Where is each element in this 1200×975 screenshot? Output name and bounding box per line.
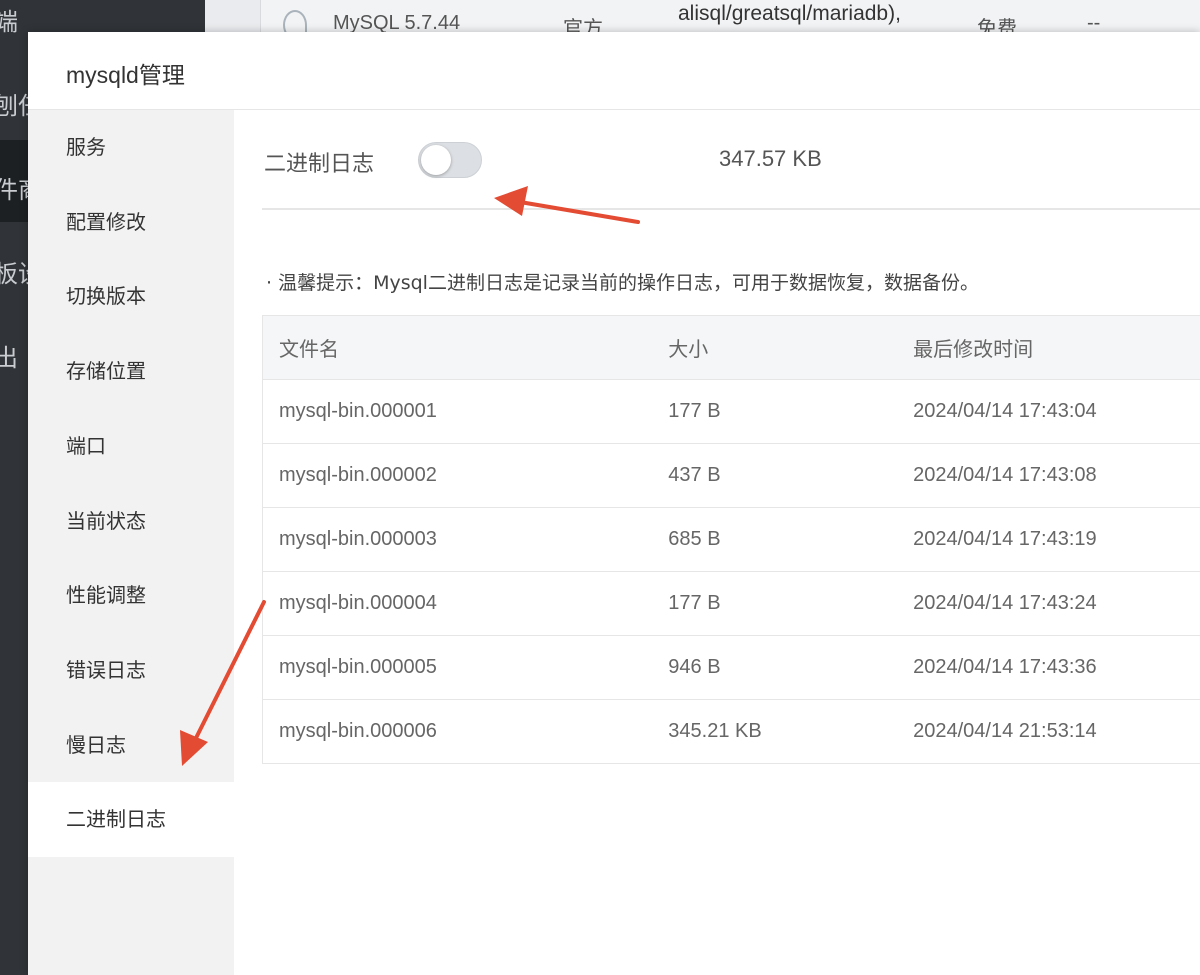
modal-title: mysqld管理 — [66, 62, 185, 88]
column-header-size: 大小 — [668, 315, 914, 380]
binlog-toggle[interactable] — [418, 142, 482, 178]
binlog-label: 二进制日志 — [264, 152, 375, 177]
table-row: mysql-bin.000001 177 B 2024/04/14 17:43:… — [262, 379, 1200, 444]
table-row: mysql-bin.000002 437 B 2024/04/14 17:43:… — [262, 443, 1200, 508]
column-header-modified: 最后修改时间 — [913, 315, 1200, 380]
mysql-logo-icon — [283, 10, 307, 32]
table-row: mysql-bin.000004 177 B 2024/04/14 17:43:… — [262, 571, 1200, 636]
toggle-knob — [421, 145, 451, 175]
table-row: mysql-bin.000005 946 B 2024/04/14 17:43:… — [262, 635, 1200, 700]
cell-filename: mysql-bin.000006 — [262, 699, 669, 764]
sidebar-item-storage[interactable]: 存储位置 — [28, 334, 234, 409]
cell-modified: 2024/04/14 17:43:19 — [913, 507, 1200, 572]
cell-filename: mysql-bin.000003 — [262, 507, 669, 572]
modal-header: mysqld管理 — [28, 32, 1200, 110]
cell-filename: mysql-bin.000001 — [262, 379, 669, 444]
cell-filename: mysql-bin.000002 — [262, 443, 669, 508]
sidebar-item-slow-log[interactable]: 慢日志 — [28, 708, 234, 783]
cell-modified: 2024/04/14 17:43:24 — [913, 571, 1200, 636]
table-row: mysql-bin.000006 345.21 KB 2024/04/14 21… — [262, 699, 1200, 764]
sidebar-item-binlog[interactable]: 二进制日志 — [28, 782, 234, 857]
binlog-total-size: 347.57 KB — [719, 146, 822, 171]
sidebar-item-service[interactable]: 服务 — [28, 110, 234, 185]
sidebar-item-config[interactable]: 配置修改 — [28, 185, 234, 260]
background-row-note: alisql/greatsql/mariadb), — [678, 2, 901, 25]
modal-sidebar: 服务 配置修改 切换版本 存储位置 端口 当前状态 性能调整 错误日志 慢日志 … — [28, 110, 234, 975]
cell-filename: mysql-bin.000005 — [262, 635, 669, 700]
mysqld-manage-modal: mysqld管理 服务 配置修改 切换版本 存储位置 端口 当前状态 性能调整 … — [28, 32, 1200, 975]
cell-size: 437 B — [668, 443, 914, 508]
background-row-name: MySQL 5.7.44 — [333, 12, 461, 32]
binlog-file-table: 文件名 大小 最后修改时间 mysql-bin.000001 177 B 202… — [262, 315, 1200, 764]
column-header-filename: 文件名 — [262, 315, 669, 380]
background-row-source: 官方 — [563, 18, 603, 32]
cell-filename: mysql-bin.000004 — [262, 571, 669, 636]
table-header-row: 文件名 大小 最后修改时间 — [262, 315, 1200, 380]
table-row: mysql-bin.000003 685 B 2024/04/14 17:43:… — [262, 507, 1200, 572]
cell-size: 946 B — [668, 635, 914, 700]
background-row-price: 免费 — [977, 18, 1017, 32]
binlog-tip: · 温馨提示：Mysql二进制日志是记录当前的操作日志，可用于数据恢复，数据备份… — [266, 272, 979, 294]
cell-modified: 2024/04/14 21:53:14 — [913, 699, 1200, 764]
cell-size: 177 B — [668, 571, 914, 636]
background-nav-item: 出 — [0, 344, 18, 372]
cell-modified: 2024/04/14 17:43:04 — [913, 379, 1200, 444]
binlog-panel: 二进制日志 347.57 KB · 温馨提示：Mysql二进制日志是记录当前的操… — [234, 110, 1200, 975]
cell-modified: 2024/04/14 17:43:08 — [913, 443, 1200, 508]
cell-size: 345.21 KB — [668, 699, 914, 764]
background-nav-item: 端 — [0, 8, 18, 36]
background-row-extra: -- — [1087, 12, 1101, 32]
sidebar-item-error-log[interactable]: 错误日志 — [28, 633, 234, 708]
cell-size: 685 B — [668, 507, 914, 572]
binlog-status-row: 二进制日志 347.57 KB — [262, 110, 1200, 210]
sidebar-item-status[interactable]: 当前状态 — [28, 484, 234, 559]
cell-size: 177 B — [668, 379, 914, 444]
sidebar-item-switch-version[interactable]: 切换版本 — [28, 259, 234, 334]
sidebar-item-port[interactable]: 端口 — [28, 409, 234, 484]
sidebar-item-performance[interactable]: 性能调整 — [28, 558, 234, 633]
cell-modified: 2024/04/14 17:43:36 — [913, 635, 1200, 700]
